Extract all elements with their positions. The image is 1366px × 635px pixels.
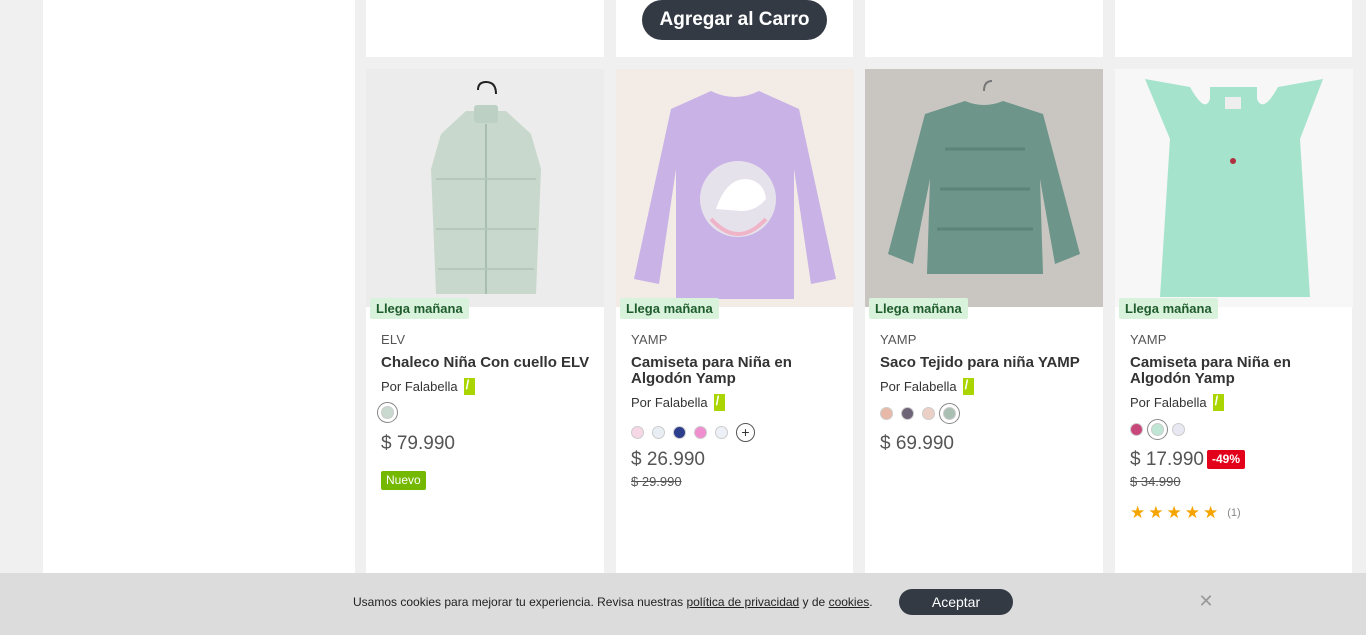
product-brand: ELV	[381, 332, 406, 347]
color-swatch[interactable]	[1172, 423, 1185, 436]
color-swatch[interactable]	[880, 407, 893, 420]
rating-stars: ★ ★ ★ ★ ★ (1)	[1130, 503, 1241, 523]
color-swatch[interactable]	[631, 426, 644, 439]
star-icon: ★	[1184, 503, 1200, 522]
accept-cookies-button[interactable]: Aceptar	[899, 589, 1013, 615]
star-icon: ★	[1130, 503, 1146, 522]
product-title[interactable]: Saco Tejido para niña YAMP	[880, 355, 1095, 371]
product-card-top-3[interactable]	[865, 0, 1103, 57]
star-icon: ★	[1166, 503, 1182, 522]
product-price: $ 69.990	[880, 433, 954, 454]
delivery-badge: Llega mañana	[370, 298, 469, 319]
discount-badge: -49%	[1207, 450, 1246, 469]
product-card-top-4[interactable]	[1115, 0, 1352, 57]
product-price: $ 17.990	[1130, 449, 1204, 470]
color-swatch[interactable]	[694, 426, 707, 439]
color-swatch[interactable]	[922, 407, 935, 420]
old-price: $ 34.990	[1130, 474, 1181, 489]
delivery-badge: Llega mañana	[869, 298, 968, 319]
color-swatch[interactable]	[939, 403, 960, 424]
old-price: $ 29.990	[631, 474, 682, 489]
seller-label: Por Falabella	[631, 393, 725, 411]
color-swatch[interactable]	[1130, 423, 1143, 436]
color-swatch[interactable]	[715, 426, 728, 439]
color-swatches	[1130, 419, 1185, 440]
product-title[interactable]: Camiseta para Niña en Algodón Yamp	[631, 355, 846, 387]
product-image[interactable]	[616, 69, 854, 307]
product-card[interactable]: Llega mañana YAMP Saco Tejido para niña …	[865, 69, 1103, 589]
delivery-badge: Llega mañana	[1119, 298, 1218, 319]
seller-label: Por Falabella	[381, 377, 475, 395]
product-image[interactable]	[865, 69, 1103, 307]
cookie-banner: Usamos cookies para mejorar tu experienc…	[0, 573, 1366, 635]
color-swatches	[377, 402, 398, 423]
product-card-top-2[interactable]: Agregar al Carro	[616, 0, 853, 57]
product-price: $ 79.990	[381, 433, 455, 454]
color-swatch[interactable]	[673, 426, 686, 439]
product-image[interactable]	[366, 69, 604, 307]
color-swatches: +	[631, 423, 755, 442]
rating-count: (1)	[1227, 507, 1241, 519]
falabella-seller-icon	[463, 377, 475, 395]
add-to-cart-button[interactable]: Agregar al Carro	[642, 0, 827, 40]
product-title[interactable]: Camiseta para Niña en Algodón Yamp	[1130, 355, 1345, 387]
color-swatches	[880, 403, 960, 424]
product-brand: YAMP	[631, 332, 668, 347]
seller-label: Por Falabella	[1130, 393, 1224, 411]
color-swatch[interactable]	[652, 426, 665, 439]
color-swatch[interactable]	[377, 402, 398, 423]
product-card[interactable]: Llega mañana YAMP Camiseta para Niña en …	[1115, 69, 1353, 589]
product-brand: YAMP	[1130, 332, 1167, 347]
falabella-seller-icon	[1212, 393, 1224, 411]
color-swatch[interactable]	[901, 407, 914, 420]
cookies-link[interactable]: cookies	[829, 595, 870, 609]
seller-label: Por Falabella	[880, 377, 974, 395]
filters-sidebar	[43, 0, 355, 635]
star-icon: ★	[1203, 503, 1219, 522]
product-brand: YAMP	[880, 332, 917, 347]
star-icon: ★	[1148, 503, 1164, 522]
cookie-message: Usamos cookies para mejorar tu experienc…	[353, 595, 873, 609]
product-price: $ 26.990	[631, 449, 705, 470]
product-image[interactable]	[1115, 69, 1353, 307]
product-card[interactable]: Llega mañana YAMP Camiseta para Niña en …	[616, 69, 854, 589]
privacy-policy-link[interactable]: política de privacidad	[686, 595, 799, 609]
color-swatch[interactable]	[1147, 419, 1168, 440]
delivery-badge: Llega mañana	[620, 298, 719, 319]
more-colors-icon[interactable]: +	[736, 423, 755, 442]
falabella-seller-icon	[962, 377, 974, 395]
product-card-top-1[interactable]	[366, 0, 604, 57]
falabella-seller-icon	[713, 393, 725, 411]
product-card[interactable]: Llega mañana ELV Chaleco Niña Con cuello…	[366, 69, 604, 589]
close-icon[interactable]: ✕	[1197, 592, 1215, 610]
new-badge: Nuevo	[381, 471, 426, 490]
product-title[interactable]: Chaleco Niña Con cuello ELV	[381, 355, 596, 371]
